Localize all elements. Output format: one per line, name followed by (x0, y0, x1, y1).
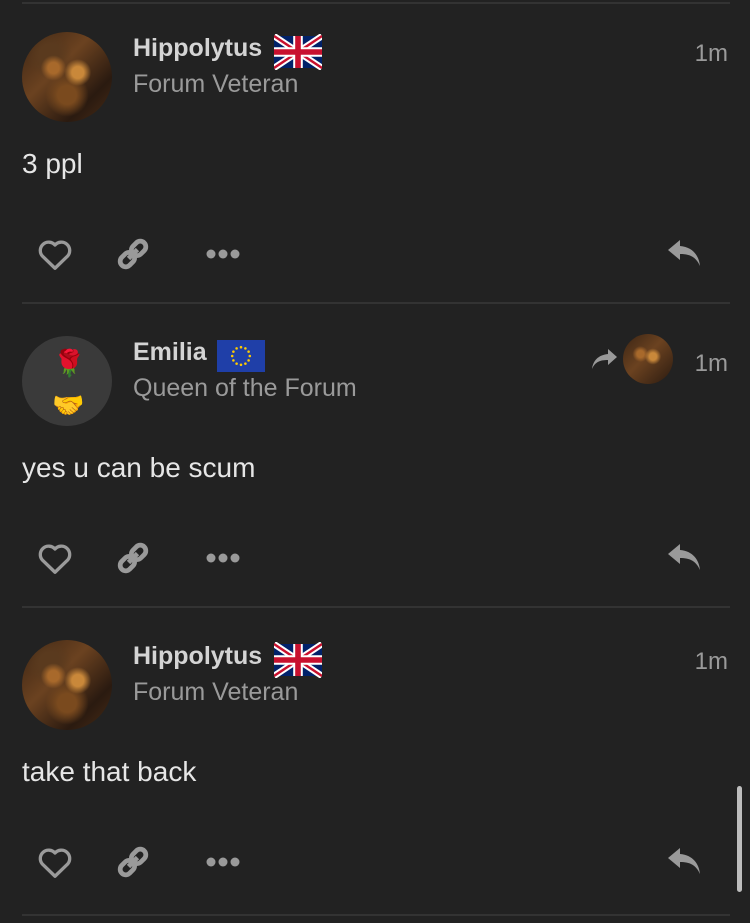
reply-icon (668, 240, 700, 266)
username[interactable]: Hippolytus (133, 642, 262, 671)
reply-to-arrow-icon (592, 349, 617, 369)
heart-icon (38, 848, 72, 878)
post-1: Hippolytus Forum Veteran 1m 3 ppl (0, 0, 750, 304)
post-time[interactable]: 1m (695, 40, 728, 68)
avatar[interactable] (22, 640, 112, 730)
post-2: 🌹 🤝 Emilia Queen of the Forum 1m yes u c… (0, 304, 750, 608)
post-content: take that back (22, 756, 197, 787)
link-icon (117, 542, 149, 574)
more-button[interactable] (201, 536, 245, 580)
link-icon (117, 846, 149, 878)
uk-flag-icon (274, 642, 322, 678)
uk-flag-icon (274, 34, 322, 70)
reply-button[interactable] (663, 536, 707, 580)
rose-icon: 🌹 (53, 348, 86, 378)
username[interactable]: Hippolytus (133, 34, 262, 63)
link-icon (117, 238, 149, 270)
heart-icon (38, 544, 72, 574)
post-divider (22, 914, 730, 916)
eu-flag-icon (217, 340, 265, 372)
post-content: 3 ppl (22, 148, 83, 179)
reply-to-avatar[interactable] (623, 334, 673, 384)
ellipsis-icon (206, 553, 240, 563)
post-time[interactable]: 1m (695, 350, 728, 378)
avatar[interactable] (22, 32, 112, 122)
user-title: Forum Veteran (133, 678, 299, 706)
user-title: Queen of the Forum (133, 374, 357, 402)
reply-icon (668, 848, 700, 874)
share-link-button[interactable] (111, 232, 155, 276)
avatar[interactable]: 🌹 🤝 (22, 336, 112, 426)
post-time[interactable]: 1m (695, 648, 728, 676)
share-link-button[interactable] (111, 840, 155, 884)
username[interactable]: Emilia (133, 338, 207, 367)
ellipsis-icon (206, 249, 240, 259)
like-button[interactable] (33, 232, 77, 276)
scrollbar[interactable] (737, 786, 742, 892)
reply-icon (668, 544, 700, 570)
share-link-button[interactable] (111, 536, 155, 580)
more-button[interactable] (201, 232, 245, 276)
post-3: Hippolytus Forum Veteran 1m take that ba… (0, 608, 750, 912)
user-title: Forum Veteran (133, 70, 299, 98)
handshake-icon: 🤝 (52, 390, 85, 420)
like-button[interactable] (33, 840, 77, 884)
more-button[interactable] (201, 840, 245, 884)
heart-icon (38, 240, 72, 270)
post-content: yes u can be scum (22, 452, 256, 483)
ellipsis-icon (206, 857, 240, 867)
like-button[interactable] (33, 536, 77, 580)
reply-button[interactable] (663, 840, 707, 884)
reply-button[interactable] (663, 232, 707, 276)
